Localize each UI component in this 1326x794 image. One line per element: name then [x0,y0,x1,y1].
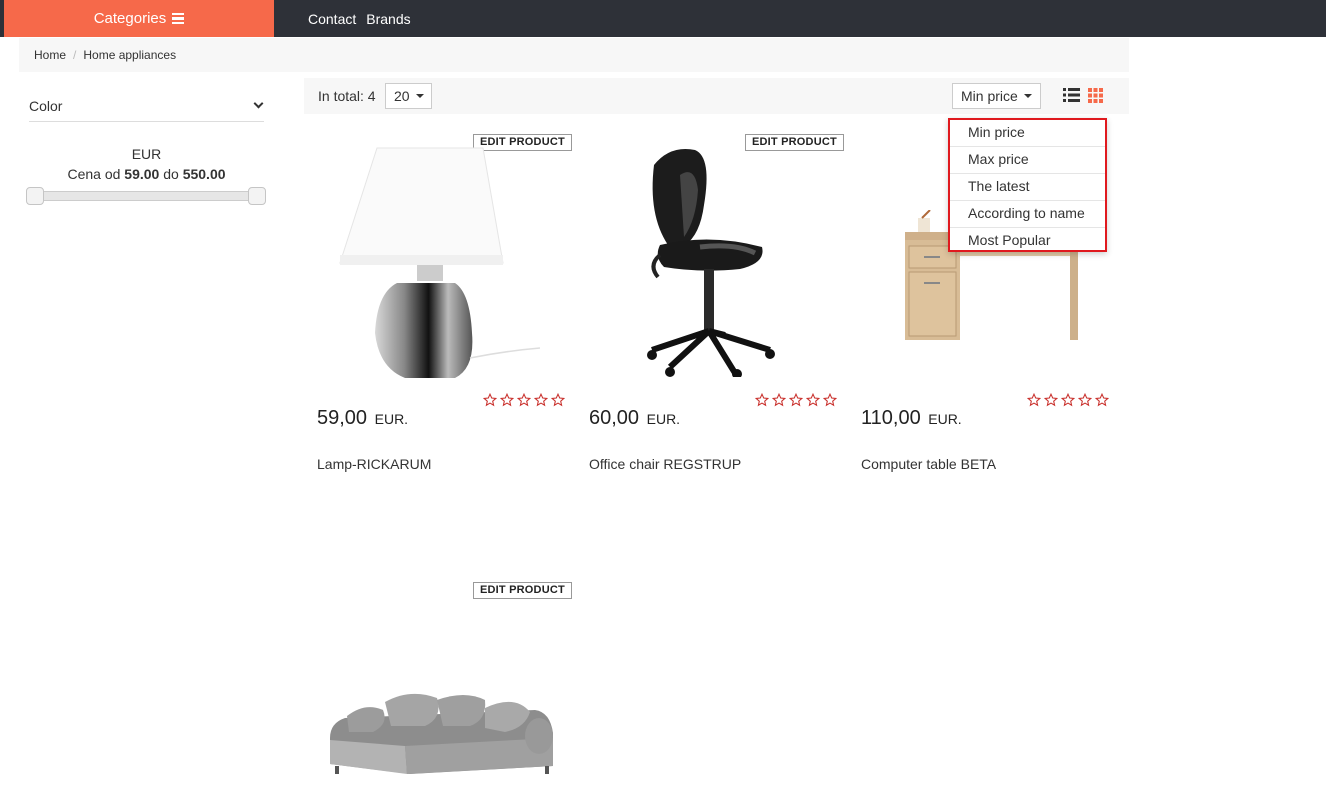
star-outline-icon[interactable] [551,393,565,407]
product-image-lamp[interactable] [335,143,545,383]
caret-down-icon [1023,94,1032,98]
categories-button[interactable]: Categories [4,0,274,37]
menu-icon [172,12,185,25]
star-outline-icon[interactable] [1095,393,1109,407]
star-outline-icon[interactable] [534,393,548,407]
star-outline-icon[interactable] [1044,393,1058,407]
product-price-currency: EUR. [646,411,681,427]
star-outline-icon[interactable] [823,393,837,407]
filter-sidebar: Color EUR Cena od 59.00 do 550.00 [26,90,266,205]
product-rating[interactable] [483,393,565,407]
product-price: 60,00 EUR. [589,407,680,430]
star-outline-icon[interactable] [500,393,514,407]
star-outline-icon[interactable] [1027,393,1041,407]
product-price-value: 110,00 [861,407,921,429]
product-rating[interactable] [755,393,837,407]
sort-option-min-price[interactable]: Min price [950,120,1105,147]
star-outline-icon[interactable] [772,393,786,407]
price-filter: EUR Cena od 59.00 do 550.00 [29,144,264,184]
listing-toolbar: In total: 4 20 Min price [304,78,1129,114]
grid-view-icon[interactable] [1088,88,1103,103]
top-navbar: Categories Contact Brands [0,0,1326,37]
sort-option-name[interactable]: According to name [950,201,1105,228]
breadcrumb-current: Home appliances [83,48,177,62]
price-currency: EUR [131,146,162,162]
product-name-link[interactable]: Lamp-RICKARUM [317,456,431,472]
product-image-sofa[interactable] [325,688,557,788]
product-rating[interactable] [1027,393,1109,407]
product-image-chair[interactable] [640,145,780,377]
breadcrumb-separator: / [73,48,77,62]
star-outline-icon[interactable] [483,393,497,407]
slider-max-handle[interactable] [248,187,266,205]
price-range-max: 550.00 [182,166,226,182]
price-range-prefix: Cena od [67,166,121,182]
star-outline-icon[interactable] [517,393,531,407]
product-price-currency: EUR. [928,411,962,427]
product-name-link[interactable]: Computer table BETA [861,456,996,472]
sort-value: Min price [961,88,1018,104]
product-price-value: 59,00 [317,407,368,429]
star-outline-icon[interactable] [1061,393,1075,407]
list-view-icon[interactable] [1063,88,1080,102]
product-name-link[interactable]: Office chair REGSTRUP [589,456,741,472]
star-outline-icon[interactable] [789,393,803,407]
categories-label: Categories [93,10,167,27]
sort-dropdown-menu: Min price Max price The latest According… [948,118,1107,252]
edit-product-button[interactable]: EDIT PRODUCT [473,582,572,599]
product-price-value: 60,00 [589,407,640,429]
slider-min-handle[interactable] [26,187,44,205]
price-range-slider[interactable] [26,187,266,205]
per-page-select[interactable]: 20 [385,83,432,109]
sort-select[interactable]: Min price [952,83,1041,109]
slider-track [34,191,258,201]
sort-option-latest[interactable]: The latest [950,174,1105,201]
caret-down-icon [415,94,424,98]
price-range-mid: do [163,166,179,182]
top-nav: Contact Brands [308,0,411,37]
nav-brands-link[interactable]: Brands [366,11,410,27]
nav-contact-link[interactable]: Contact [308,11,356,27]
star-outline-icon[interactable] [806,393,820,407]
color-filter-label: Color [29,97,63,114]
price-range-min: 59.00 [124,166,160,182]
sort-option-popular[interactable]: Most Popular [950,228,1105,255]
star-outline-icon[interactable] [1078,393,1092,407]
chevron-down-icon [253,98,264,109]
product-price-currency: EUR. [374,411,409,427]
price-range-text: Cena od 59.00 do 550.00 [29,164,264,184]
total-count: In total: 4 [318,88,376,104]
color-filter-toggle[interactable]: Color [29,90,264,122]
product-price: 110,00 EUR. [861,407,962,430]
star-outline-icon[interactable] [755,393,769,407]
sort-option-max-price[interactable]: Max price [950,147,1105,174]
product-price: 59,00 EUR. [317,407,408,430]
breadcrumb: Home / Home appliances [19,38,1129,72]
per-page-value: 20 [394,88,410,104]
breadcrumb-home-link[interactable]: Home [34,48,66,62]
